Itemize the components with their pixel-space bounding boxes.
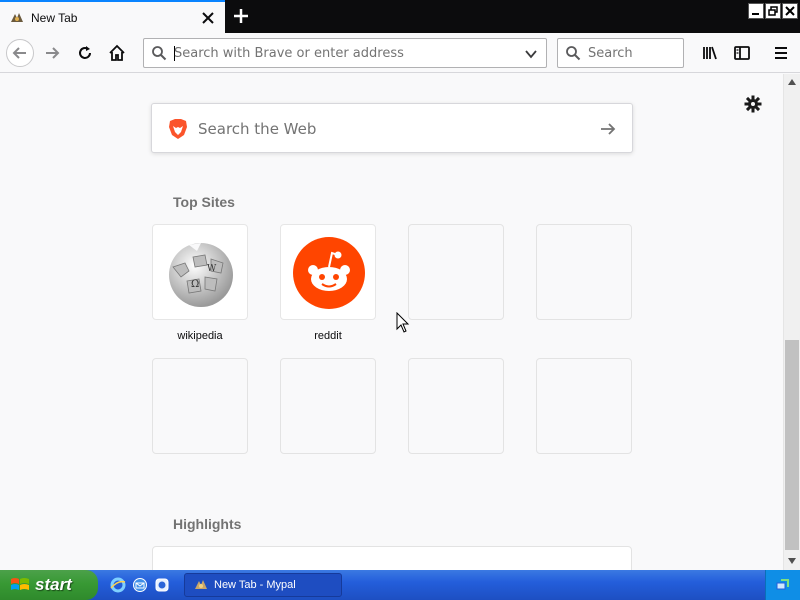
close-tab-icon[interactable] (200, 10, 216, 26)
top-site-placeholder (152, 358, 248, 454)
address-bar[interactable] (143, 38, 547, 68)
restore-icon (768, 6, 778, 16)
highlight-card[interactable] (152, 546, 632, 570)
top-site-label-reddit[interactable]: reddit (280, 330, 376, 342)
vertical-scrollbar[interactable] (783, 74, 800, 570)
internet-explorer-icon[interactable] (110, 577, 126, 593)
navigation-toolbar (0, 33, 800, 73)
search-icon (566, 46, 581, 61)
top-site-placeholder (280, 358, 376, 454)
reload-icon (79, 46, 91, 59)
menu-button[interactable] (767, 39, 795, 67)
sidebar-button[interactable] (728, 39, 756, 67)
top-sites-title: Top Sites (173, 194, 235, 210)
minimize-icon (752, 13, 759, 15)
top-site-placeholder (408, 358, 504, 454)
svg-text:W: W (207, 264, 217, 274)
mouse-cursor-icon (396, 312, 410, 333)
sidebar-icon (734, 46, 750, 60)
scroll-up-arrow-icon[interactable] (784, 74, 800, 90)
forward-button[interactable] (38, 39, 66, 67)
search-icon (152, 46, 167, 61)
brave-lion-icon (169, 119, 187, 139)
web-search-input[interactable] (198, 119, 578, 139)
minimize-button[interactable] (748, 3, 764, 19)
network-tray-icon[interactable] (775, 577, 791, 593)
address-input[interactable] (174, 44, 514, 62)
reddit-alien-icon (293, 237, 365, 309)
gear-icon[interactable] (743, 94, 763, 114)
restore-button[interactable] (765, 3, 781, 19)
top-site-tile-wikipedia[interactable]: Ω W (152, 224, 248, 320)
top-site-label-wikipedia[interactable]: wikipedia (152, 330, 248, 342)
start-label: start (35, 575, 72, 594)
scroll-down-arrow-icon[interactable] (784, 553, 800, 569)
library-icon (703, 46, 717, 60)
home-icon (109, 44, 125, 61)
svg-text:Ω: Ω (191, 279, 199, 290)
mypal-favicon-icon (195, 580, 207, 589)
new-tab-plus-icon[interactable] (232, 7, 250, 25)
top-site-tile-reddit[interactable] (280, 224, 376, 320)
arrow-right-icon[interactable] (598, 119, 618, 139)
taskbar-item-label: New Tab - Mypal (214, 579, 296, 591)
wikipedia-globe-icon: Ω W (169, 243, 233, 307)
windows-logo-icon (11, 578, 29, 590)
start-button[interactable]: start (0, 570, 98, 600)
back-button[interactable] (6, 39, 34, 67)
taskbar-item-mypal[interactable]: New Tab - Mypal (184, 573, 342, 597)
tab-strip: New Tab (0, 0, 800, 33)
tab-new-tab[interactable]: New Tab (0, 0, 225, 33)
highlights-title: Highlights (173, 516, 242, 532)
mypal-favicon-icon (11, 12, 23, 22)
top-site-placeholder (536, 358, 632, 454)
top-site-placeholder (536, 224, 632, 320)
arrow-left-icon (12, 47, 26, 59)
top-site-placeholder (408, 224, 504, 320)
arrow-right-icon (46, 47, 60, 59)
media-player-icon[interactable] (154, 577, 170, 593)
taskbar: start New Tab - Mypal (0, 570, 800, 600)
library-button[interactable] (696, 39, 724, 67)
reload-button[interactable] (71, 39, 99, 67)
web-search-box[interactable] (151, 103, 633, 153)
hamburger-menu-icon (775, 47, 787, 59)
close-window-button[interactable] (782, 3, 798, 19)
search-bar[interactable] (557, 38, 684, 68)
search-input[interactable] (588, 44, 678, 62)
chevron-down-icon[interactable] (524, 47, 538, 61)
tab-title: New Tab (31, 10, 78, 25)
new-tab-page: Top Sites Ω W wikipedia reddit (0, 74, 783, 570)
system-tray (765, 570, 800, 600)
close-icon (785, 6, 795, 16)
email-client-icon[interactable] (132, 577, 148, 593)
scrollbar-thumb[interactable] (785, 340, 799, 550)
home-button[interactable] (103, 39, 131, 67)
